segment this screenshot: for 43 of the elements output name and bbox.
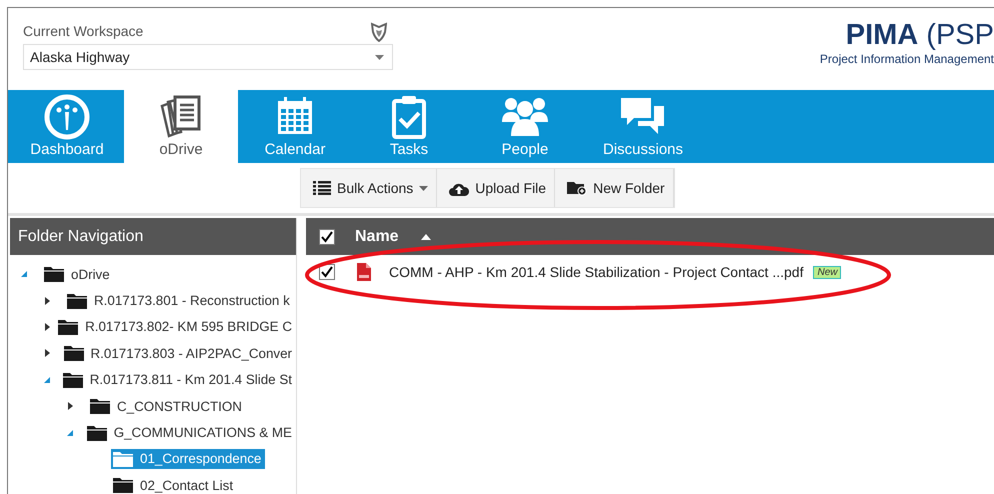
folder-icon [44,266,64,282]
panel-header: Folder Navigation [10,218,296,255]
workspace-dropdown[interactable]: Alaska Highway [23,44,393,70]
folder-icon [113,450,133,467]
caret-icon [419,186,428,190]
shield-icon [371,22,387,42]
folder-item[interactable]: 01_Correspondence [111,448,266,469]
expander-icon[interactable] [43,349,51,358]
column-header[interactable]: Name [355,228,399,246]
expander-icon[interactable] [66,402,74,410]
folder-icon [86,424,107,441]
folder-plus-icon [567,180,588,196]
folder-item[interactable]: G_COMMUNICATIONS & ME [84,422,296,443]
folder-item[interactable]: oDrive [42,264,114,284]
file-name[interactable]: COMM - AHP - Km 201.4 Slide Stabilization - Project Contact ...pdf [389,264,804,280]
list-icon [313,181,331,195]
expander-icon[interactable] [43,296,51,305]
folder-item[interactable]: R.017173.803 - AIP2PAC_Conver [62,343,296,364]
folder-icon [64,345,84,362]
folder-icon [67,292,87,309]
workspace-label: Current Workspace [23,23,144,39]
folder-item[interactable]: R.017173.811 - Km 201.4 Slide St [60,370,296,390]
select-all-checkbox[interactable] [319,228,335,244]
brand-subtitle: Project Information Management [820,52,994,66]
folder-icon [90,398,110,414]
folder-item[interactable]: R.017173.801 - Reconstruction k [65,290,294,311]
brand-title: PIMA (PSP [846,20,994,52]
expander-icon[interactable] [43,322,51,331]
folder-icon [62,372,83,388]
toolbar-button[interactable]: New Folder [555,169,674,207]
gauge-icon [44,94,90,140]
new-badge: New [813,266,842,278]
folder-item[interactable]: R.017173.802- KM 595 BRIDGE C [56,316,296,337]
pdf-file-icon [357,263,371,281]
folder-item[interactable]: 02_Contact List [111,475,238,494]
nav-tab[interactable]: oDrive [124,90,238,163]
caret-icon [375,54,384,60]
row-checkbox[interactable] [319,264,335,280]
toolbar-button[interactable]: Upload File [437,169,556,207]
toolbar-button[interactable]: Bulk Actions [301,169,438,207]
folder-icon [58,318,78,335]
folder-item[interactable]: C_CONSTRUCTION [88,396,246,416]
sort-ascending-icon[interactable] [420,234,431,240]
